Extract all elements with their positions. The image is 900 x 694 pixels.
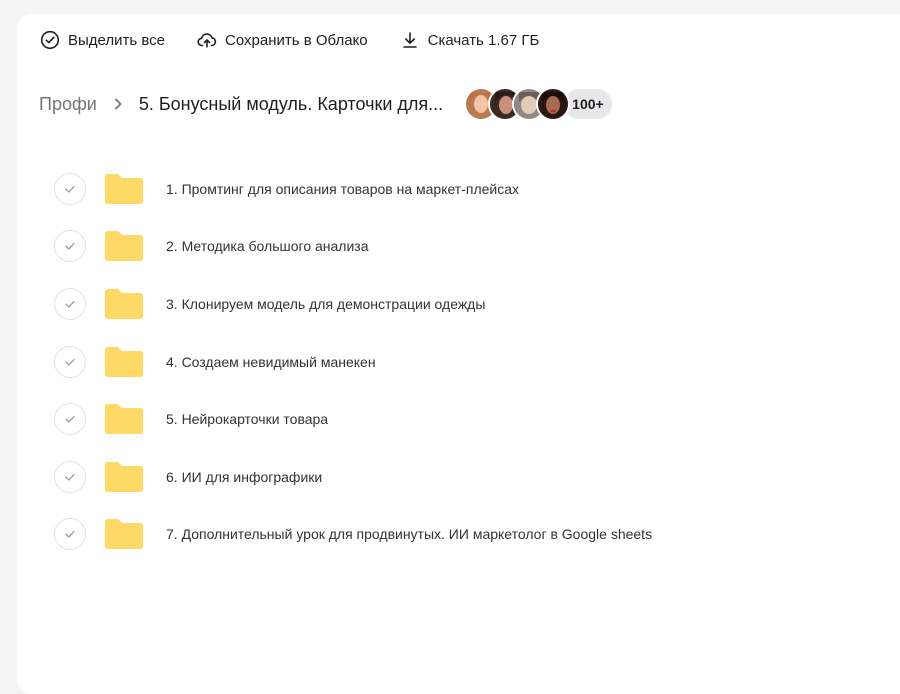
chevron-right-icon <box>111 97 125 111</box>
item-checkbox[interactable] <box>54 287 86 320</box>
download-icon <box>400 30 420 50</box>
item-checkbox[interactable] <box>54 230 86 263</box>
folder-name: 1. Промтинг для описания товаров на марк… <box>166 180 520 197</box>
folder-icon <box>103 402 145 436</box>
list-item[interactable]: 1. Промтинг для описания товаров на марк… <box>54 160 652 218</box>
check-icon <box>65 416 75 423</box>
item-checkbox[interactable] <box>54 460 86 493</box>
item-checkbox[interactable] <box>54 345 86 378</box>
folder-list: 1. Промтинг для описания товаров на марк… <box>54 160 652 563</box>
item-checkbox[interactable] <box>54 518 86 551</box>
item-checkbox[interactable] <box>54 172 86 205</box>
folder-icon <box>103 229 145 263</box>
breadcrumb: Профи 5. Бонусный модуль. Карточки для..… <box>39 86 614 122</box>
item-checkbox[interactable] <box>54 403 86 436</box>
breadcrumb-root-link[interactable]: Профи <box>39 94 97 115</box>
participants-avatars[interactable]: 100+ <box>464 87 614 121</box>
folder-name: 7. Дополнительный урок для продвинутых. … <box>166 526 653 543</box>
check-circle-icon <box>40 30 60 50</box>
folder-name: 3. Клонируем модель для демонстрации оде… <box>166 295 486 312</box>
folder-name: 5. Нейрокарточки товара <box>166 411 329 428</box>
folder-name: 4. Создаем невидимый манекен <box>166 353 376 370</box>
check-icon <box>65 473 75 481</box>
folder-icon <box>103 460 145 494</box>
folder-name: 2. Методика большого анализа <box>166 238 369 255</box>
breadcrumb-current: 5. Бонусный модуль. Карточки для... <box>138 93 444 114</box>
list-item[interactable]: 2. Методика большого анализа <box>54 218 652 276</box>
check-icon <box>65 358 75 366</box>
folder-name: 6. ИИ для инфографики <box>166 468 323 485</box>
list-item[interactable]: 3. Клонируем модель для демонстрации оде… <box>54 275 652 333</box>
cloud-upload-icon <box>197 30 217 50</box>
list-item[interactable]: 4. Создаем невидимый манекен <box>54 333 652 391</box>
check-icon <box>65 531 75 539</box>
folder-icon <box>103 172 145 206</box>
check-icon <box>65 243 75 251</box>
toolbar: Выделить все Сохранить в Облако Скачать … <box>40 29 571 51</box>
select-all-button[interactable]: Выделить все <box>40 30 165 50</box>
save-to-cloud-button[interactable]: Сохранить в Облако <box>197 30 368 50</box>
folder-icon <box>103 287 145 321</box>
list-item[interactable]: 5. Нейрокарточки товара <box>54 390 652 448</box>
avatar <box>536 87 571 121</box>
list-item[interactable]: 6. ИИ для инфографики <box>54 448 652 506</box>
check-icon <box>65 185 75 193</box>
save-to-cloud-label: Сохранить в Облако <box>225 31 368 49</box>
list-item[interactable]: 7. Дополнительный урок для продвинутых. … <box>54 506 652 564</box>
folder-icon <box>103 345 145 379</box>
download-button[interactable]: Скачать 1.67 ГБ <box>400 30 540 50</box>
check-icon <box>65 300 75 308</box>
download-label: Скачать 1.67 ГБ <box>427 31 540 49</box>
select-all-label: Выделить все <box>68 31 166 49</box>
folder-icon <box>103 517 145 551</box>
